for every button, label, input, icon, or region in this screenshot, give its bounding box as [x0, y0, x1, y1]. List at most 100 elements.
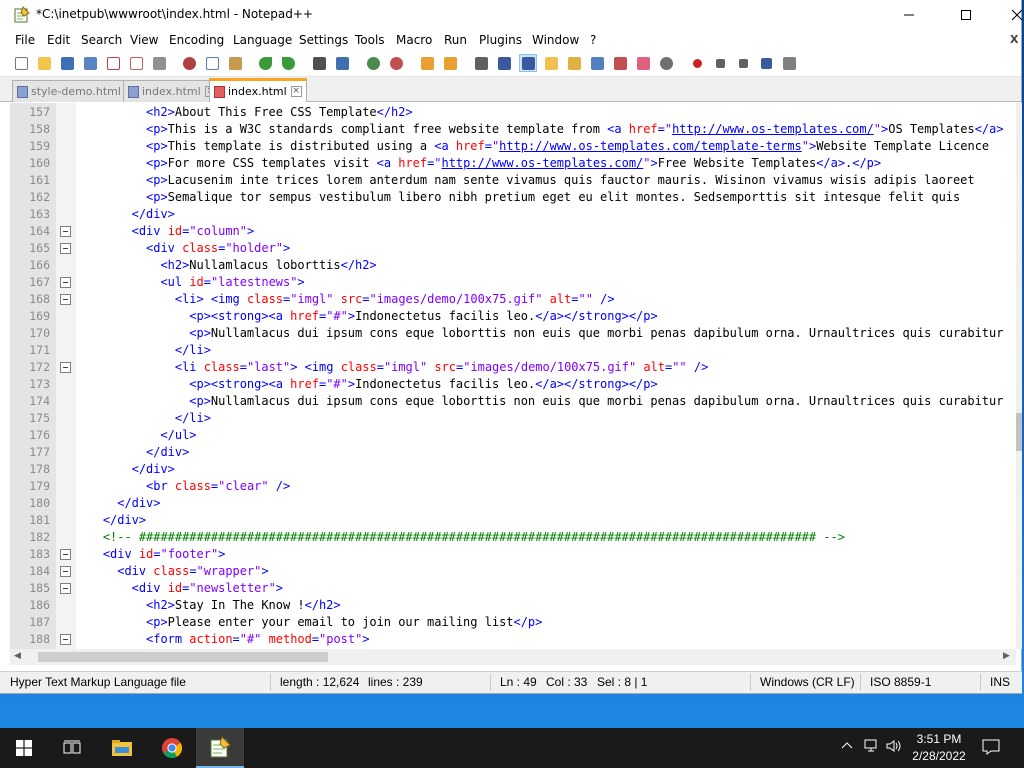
code-line[interactable]: 182 <!-- ###############################… [10, 529, 1016, 546]
word-wrap-button[interactable] [472, 54, 490, 72]
code-line[interactable]: 162 <p>Semalique tor sempus vestibulum l… [10, 189, 1016, 206]
status-eol[interactable]: Windows (CR LF) [760, 675, 855, 689]
fold-collapse-icon[interactable] [60, 362, 71, 373]
code-line[interactable]: 168 <li> <img class="imgl" src="images/d… [10, 291, 1016, 308]
code-line[interactable]: 169 <p><strong><a href="#">Indonectetus … [10, 308, 1016, 325]
code-line[interactable]: 163 </div> [10, 206, 1016, 223]
save-button[interactable] [58, 54, 76, 72]
code-line[interactable]: 172 <li class="last"> <img class="imgl" … [10, 359, 1016, 376]
notifications-icon[interactable] [982, 739, 1000, 759]
show-all-chars-button[interactable] [495, 54, 513, 72]
menu-tools[interactable]: Tools [355, 33, 385, 47]
code-line[interactable]: 188 <form action="#" method="post"> [10, 631, 1016, 648]
menu-window[interactable]: Window [532, 33, 579, 47]
print-button[interactable] [150, 54, 168, 72]
maximize-button[interactable] [943, 0, 989, 30]
code-line[interactable]: 166 <h2>Nullamlacus loborttis</h2> [10, 257, 1016, 274]
fold-collapse-icon[interactable] [60, 583, 71, 594]
menu-view[interactable]: View [130, 33, 158, 47]
horizontal-scrollbar[interactable]: ◀ ▶ [10, 649, 1016, 665]
tab-index-1[interactable]: index.html × [123, 80, 221, 102]
new-file-button[interactable] [12, 54, 30, 72]
sync-vertical-button[interactable] [418, 54, 436, 72]
doc-list-button[interactable] [588, 54, 606, 72]
zoom-in-button[interactable] [364, 54, 382, 72]
code-line[interactable]: 186 <h2>Stay In The Know !</h2> [10, 597, 1016, 614]
file-explorer-button[interactable] [98, 728, 146, 768]
record-macro-button[interactable] [688, 54, 706, 72]
fold-collapse-icon[interactable] [60, 549, 71, 560]
code-line[interactable]: 180 </div> [10, 495, 1016, 512]
horizontal-scroll-thumb[interactable] [38, 652, 328, 662]
save-all-button[interactable] [81, 54, 99, 72]
vertical-scrollbar[interactable] [1016, 103, 1022, 649]
menu-search[interactable]: Search [81, 33, 122, 47]
menu-help[interactable]: ? [590, 33, 596, 47]
menu-language[interactable]: Language [233, 33, 292, 47]
code-line[interactable]: 177 </div> [10, 444, 1016, 461]
vertical-scroll-thumb[interactable] [1016, 413, 1022, 451]
doc-map-button[interactable] [565, 54, 583, 72]
close-all-button[interactable] [127, 54, 145, 72]
fold-collapse-icon[interactable] [60, 277, 71, 288]
run-macro-multiple-button[interactable] [757, 54, 775, 72]
stop-macro-button[interactable] [711, 54, 729, 72]
status-encoding[interactable]: ISO 8859-1 [870, 675, 931, 689]
save-macro-button[interactable] [780, 54, 798, 72]
tab-close-icon[interactable]: × [290, 86, 302, 97]
system-clock[interactable]: 3:51 PM 2/28/2022 [906, 731, 972, 765]
scroll-right-icon[interactable]: ▶ [1003, 651, 1010, 661]
title-bar[interactable]: *C:\inetpub\wwwroot\index.html - Notepad… [0, 0, 1024, 30]
undo-button[interactable] [256, 54, 274, 72]
code-line[interactable]: 165 <div class="holder"> [10, 240, 1016, 257]
code-line[interactable]: 158 <p>This is a W3C standards compliant… [10, 121, 1016, 138]
close-button[interactable] [994, 0, 1024, 30]
code-line[interactable]: 170 <p>Nullamlacus dui ipsum cons eque l… [10, 325, 1016, 342]
code-line[interactable]: 187 <p>Please enter your email to join o… [10, 614, 1016, 631]
code-line[interactable]: 164 <div id="column"> [10, 223, 1016, 240]
task-view-button[interactable] [48, 728, 96, 768]
code-line[interactable]: 157 <h2>About This Free CSS Template</h2… [10, 104, 1016, 121]
close-document-button[interactable]: X [1010, 33, 1018, 46]
menu-macro[interactable]: Macro [396, 33, 432, 47]
chrome-button[interactable] [148, 728, 196, 768]
code-line[interactable]: 174 <p>Nullamlacus dui ipsum cons eque l… [10, 393, 1016, 410]
paste-button[interactable] [226, 54, 244, 72]
scroll-left-icon[interactable]: ◀ [14, 651, 21, 661]
sync-horizontal-button[interactable] [441, 54, 459, 72]
code-line[interactable]: 176 </ul> [10, 427, 1016, 444]
redo-button[interactable] [279, 54, 297, 72]
monitoring-button[interactable] [657, 54, 675, 72]
menu-run[interactable]: Run [444, 33, 467, 47]
function-list-button[interactable] [611, 54, 629, 72]
find-button[interactable] [310, 54, 328, 72]
minimize-button[interactable] [886, 0, 932, 30]
indent-guide-button[interactable] [519, 54, 537, 72]
show-hidden-icons-chevron-icon[interactable] [841, 739, 853, 754]
code-line[interactable]: 179 <br class="clear" /> [10, 478, 1016, 495]
code-line[interactable]: 171 </li> [10, 342, 1016, 359]
menu-settings[interactable]: Settings [299, 33, 348, 47]
menu-file[interactable]: File [15, 33, 35, 47]
fold-collapse-icon[interactable] [60, 634, 71, 645]
code-line[interactable]: 178 </div> [10, 461, 1016, 478]
status-insert-mode[interactable]: INS [990, 675, 1010, 689]
zoom-out-button[interactable] [387, 54, 405, 72]
code-line[interactable]: 160 <p>For more CSS templates visit <a h… [10, 155, 1016, 172]
code-line[interactable]: 159 <p>This template is distributed usin… [10, 138, 1016, 155]
fold-collapse-icon[interactable] [60, 294, 71, 305]
fold-collapse-icon[interactable] [60, 566, 71, 577]
start-button[interactable] [0, 728, 48, 768]
folder-workspace-button[interactable] [634, 54, 652, 72]
code-line[interactable]: 183 <div id="footer"> [10, 546, 1016, 563]
tab-style-demo[interactable]: style-demo.html × [12, 80, 141, 102]
code-line[interactable]: 185 <div id="newsletter"> [10, 580, 1016, 597]
code-line[interactable]: 161 <p>Lacusenim inte trices lorem anter… [10, 172, 1016, 189]
code-line[interactable]: 173 <p><strong><a href="#">Indonectetus … [10, 376, 1016, 393]
close-file-button[interactable] [104, 54, 122, 72]
menu-plugins[interactable]: Plugins [479, 33, 522, 47]
notepadpp-taskbar-button[interactable] [196, 728, 244, 768]
fold-collapse-icon[interactable] [60, 243, 71, 254]
code-line[interactable]: 181 </div> [10, 512, 1016, 529]
copy-button[interactable] [203, 54, 221, 72]
